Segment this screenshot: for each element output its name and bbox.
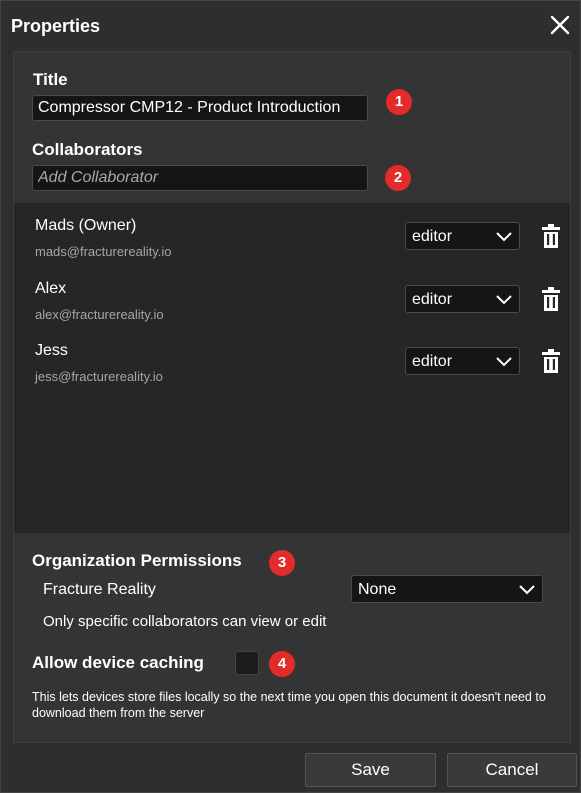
role-select-value: editor [412, 353, 453, 370]
collaborator-row: Jess jess@fracturereality.io editor [14, 342, 570, 397]
chevron-down-icon [495, 230, 513, 244]
collaborator-list: Mads (Owner) mads@fracturereality.io edi… [14, 203, 570, 533]
collaborator-email: mads@fracturereality.io [35, 244, 172, 259]
title-label: Title [33, 70, 68, 89]
collaborator-name: Alex [35, 280, 67, 297]
chevron-down-icon [495, 293, 513, 307]
callout-badge-3: 3 [269, 550, 295, 576]
role-select-value: editor [412, 228, 453, 245]
role-select[interactable]: editor [405, 285, 520, 313]
save-button[interactable]: Save [305, 753, 436, 787]
callout-badge-1: 1 [386, 89, 412, 115]
collaborator-email: jess@fracturereality.io [35, 369, 163, 384]
role-select[interactable]: editor [405, 222, 520, 250]
org-permission-select[interactable]: None [351, 575, 543, 603]
add-collaborator-input[interactable] [32, 165, 368, 191]
role-select-value: editor [412, 291, 453, 308]
org-permissions-label: Organization Permissions [32, 551, 242, 570]
trash-icon[interactable] [541, 224, 561, 248]
collaborator-row: Mads (Owner) mads@fracturereality.io edi… [14, 217, 570, 272]
device-caching-description: This lets devices store files locally so… [32, 690, 546, 720]
org-name: Fracture Reality [43, 581, 156, 598]
org-permission-description: Only specific collaborators can view or … [43, 613, 327, 630]
collaborator-name: Jess [35, 342, 68, 359]
org-permission-value: None [358, 581, 397, 598]
collaborator-row: Alex alex@fracturereality.io editor [14, 280, 570, 335]
title-bar: Properties [1, 1, 580, 51]
properties-dialog: Properties Title 1 Collaborators 2 Mads … [0, 0, 581, 793]
collaborator-name: Mads (Owner) [35, 217, 137, 234]
role-select[interactable]: editor [405, 347, 520, 375]
chevron-down-icon [495, 355, 513, 369]
cancel-button[interactable]: Cancel [447, 753, 577, 787]
collaborators-label: Collaborators [32, 140, 143, 159]
trash-icon[interactable] [541, 287, 561, 311]
dialog-title: Properties [11, 16, 101, 36]
device-caching-checkbox[interactable] [235, 651, 259, 675]
collaborator-email: alex@fracturereality.io [35, 307, 164, 322]
callout-badge-2: 2 [385, 165, 411, 191]
chevron-down-icon [518, 583, 536, 597]
title-input[interactable] [32, 95, 368, 121]
device-caching-label: Allow device caching [32, 653, 204, 672]
trash-icon[interactable] [541, 349, 561, 373]
properties-panel: Title 1 Collaborators 2 Mads (Owner) mad… [13, 51, 571, 743]
close-icon[interactable] [548, 13, 572, 37]
callout-badge-4: 4 [269, 651, 295, 677]
